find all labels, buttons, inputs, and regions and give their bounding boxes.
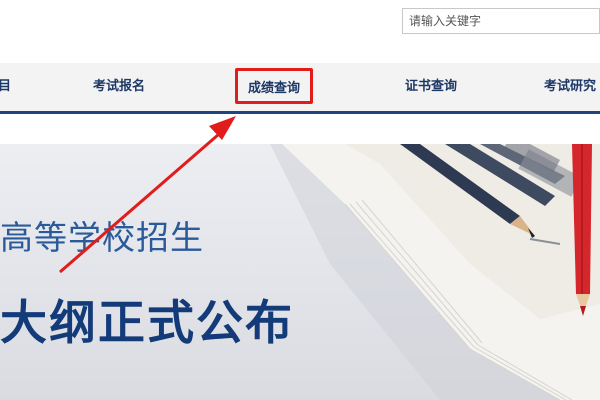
- nav-item-score-query[interactable]: 成绩查询: [235, 68, 314, 104]
- nav-item-partial[interactable]: 目: [0, 63, 11, 111]
- search-box[interactable]: [402, 8, 600, 34]
- header: [0, 0, 600, 63]
- banner-book-illustration: [270, 144, 600, 400]
- banner-subtitle: 高等学校招生: [0, 218, 204, 257]
- nav-item-certificate-query[interactable]: 证书查询: [405, 63, 457, 111]
- hero-banner[interactable]: 高等学校招生 大纲正式公布: [0, 144, 600, 400]
- banner-title: 大纲正式公布: [0, 296, 294, 351]
- nav-item-exam-registration[interactable]: 考试报名: [93, 63, 145, 111]
- page: 目 考试报名 成绩查询 证书查询 考试研究: [0, 0, 600, 400]
- main-nav: 目 考试报名 成绩查询 证书查询 考试研究: [0, 63, 600, 114]
- search-input[interactable]: [403, 9, 599, 33]
- nav-item-exam-research[interactable]: 考试研究: [544, 63, 596, 111]
